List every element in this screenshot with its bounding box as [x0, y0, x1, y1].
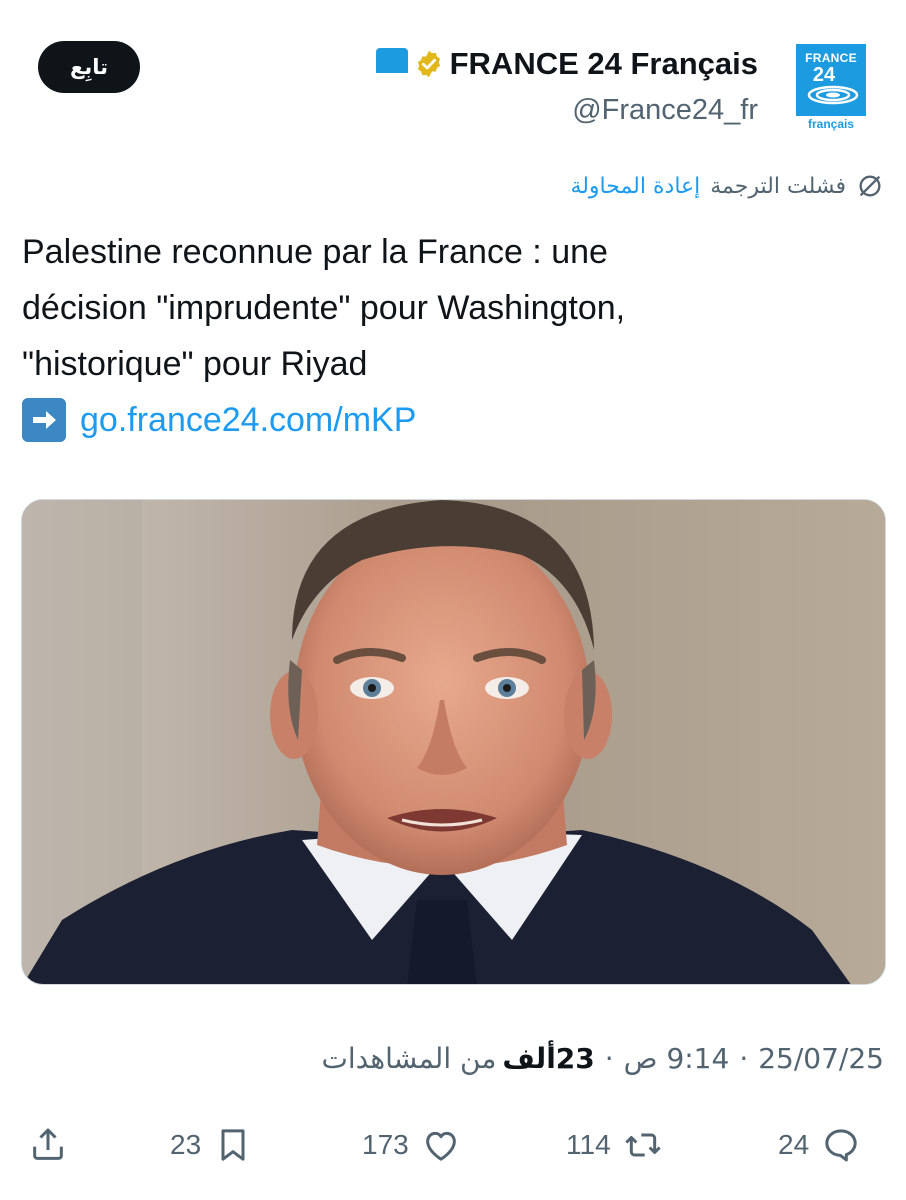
translation-retry-link[interactable]: إعادة المحاولة	[570, 174, 700, 199]
retweet-count: 114	[566, 1129, 611, 1160]
account-avatar[interactable]: FRANCE 24 français	[796, 44, 866, 132]
avatar-brand-subtitle: français	[796, 116, 866, 132]
reply-button[interactable]: 24	[778, 1110, 861, 1180]
tweet-text-line: "historique" pour Riyad	[22, 345, 368, 383]
avatar-brand-text: FRANCE	[805, 51, 857, 65]
tweet-time[interactable]: 9:14 ص	[624, 1042, 730, 1075]
translation-status-row: فشلت الترجمة إعادة المحاولة	[570, 172, 884, 200]
tweet-photo[interactable]	[21, 499, 886, 985]
display-name[interactable]: FRANCE 24 Français	[450, 46, 758, 82]
tweet-meta-row: 25/07/25 · 9:14 ص · 23ألف من المشاهدات	[322, 1042, 885, 1075]
tweet-text-line: Palestine reconnue par la France : une	[22, 233, 608, 271]
meta-separator: ·	[739, 1042, 749, 1075]
reply-count: 24	[778, 1129, 810, 1160]
share-icon	[33, 1128, 63, 1160]
meta-separator: ·	[604, 1042, 614, 1075]
account-handle[interactable]: @France24_fr	[572, 94, 758, 127]
retweet-button[interactable]: 114	[566, 1110, 663, 1180]
account-name-row: FRANCE 24 Français	[375, 46, 758, 82]
tweet-date[interactable]: 25/07/25	[758, 1042, 884, 1075]
follow-button[interactable]: تابِع	[38, 41, 140, 93]
tweet-text: Palestine reconnue par la France : une d…	[22, 224, 882, 448]
bookmark-count: 23	[170, 1129, 202, 1160]
reply-bubble-icon	[825, 1129, 857, 1162]
tweet-link-row: go.france24.com/mKP	[22, 392, 882, 448]
tweet-link[interactable]: go.france24.com/mKP	[80, 392, 416, 448]
views-label: من المشاهدات	[321, 1042, 497, 1075]
right-arrow-emoji-icon	[22, 398, 66, 442]
heart-icon	[425, 1131, 456, 1161]
france24-waves-icon	[807, 85, 859, 105]
tweet-action-bar: 24 114 173 23	[0, 1110, 906, 1180]
bookmark-icon	[221, 1129, 245, 1161]
bookmark-button[interactable]: 23	[170, 1110, 253, 1180]
like-count: 173	[362, 1129, 409, 1160]
share-button[interactable]	[28, 1110, 68, 1180]
avatar-brand-number: 24	[812, 64, 836, 86]
retweet-icon	[624, 1133, 661, 1157]
portrait-photo-image	[22, 500, 885, 984]
translation-failed-text: فشلت الترجمة	[710, 173, 846, 199]
tweet-text-line: décision "imprudente" pour Washington,	[22, 289, 626, 327]
views-count[interactable]: 23ألف	[502, 1042, 594, 1075]
translate-failed-icon	[859, 175, 881, 197]
verified-gold-badge-icon[interactable]	[414, 49, 444, 79]
affiliate-badge-icon[interactable]	[375, 48, 408, 80]
like-button[interactable]: 173	[362, 1110, 461, 1180]
